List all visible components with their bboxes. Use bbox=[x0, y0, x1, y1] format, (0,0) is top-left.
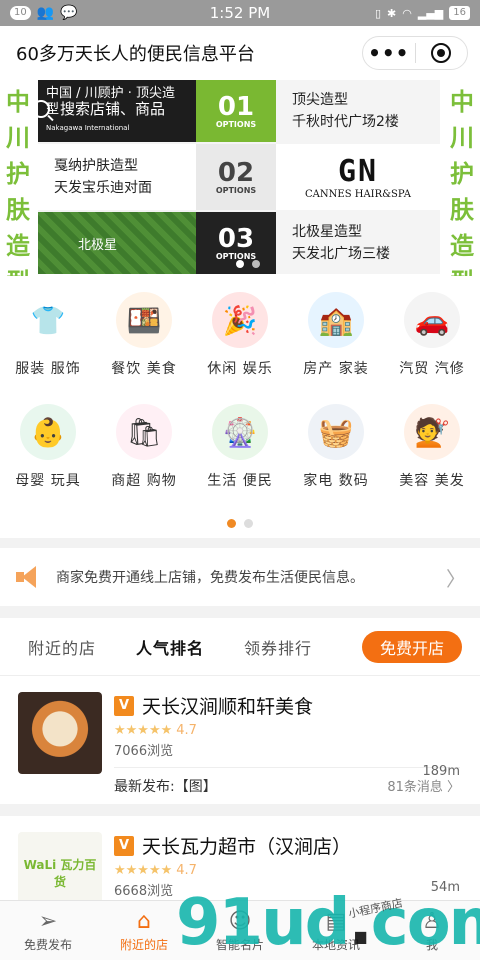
appliance-icon: 🧺 bbox=[308, 404, 364, 460]
banner-side-text-left: 中 川 护 肤 造 型 bbox=[6, 87, 30, 296]
category-label: 餐饮 美食 bbox=[111, 361, 177, 377]
rating-score: 4.7 bbox=[176, 723, 197, 738]
banner-carousel[interactable]: 中 川 护 肤 造 型 中 川 护 肤 造 型 中国 / 川顾护 · 顶尖造型 … bbox=[0, 80, 480, 296]
close-miniprogram-button[interactable] bbox=[416, 43, 468, 63]
verified-badge: V bbox=[114, 695, 134, 716]
category-item[interactable]: 🎉 休闲 娱乐 bbox=[192, 288, 288, 400]
notice-text: 商家免费开通线上店铺，免费发布生活便民信息。 bbox=[56, 570, 364, 586]
tabbar-publish[interactable]: ➢ 免费发布 bbox=[0, 901, 96, 960]
tshirt-icon: 👕 bbox=[20, 292, 76, 348]
watermark-logo: 91ud.com bbox=[176, 886, 480, 960]
cannes-logo: GN CANNES HAIR&SPA bbox=[276, 144, 440, 210]
shop-name: 天长瓦力超市（汉涧店） bbox=[142, 836, 352, 858]
category-label: 房产 家装 bbox=[303, 361, 369, 377]
verified-badge: V bbox=[114, 835, 134, 856]
speaker-icon bbox=[16, 566, 42, 588]
shopping-icon: 🛍 bbox=[116, 404, 172, 460]
battery-indicator: 16 bbox=[449, 6, 470, 20]
category-item[interactable]: 🧺 家电 数码 bbox=[288, 400, 384, 512]
miniprogram-capsule: ••• bbox=[362, 36, 468, 70]
category-label: 汽贸 汽修 bbox=[399, 361, 465, 377]
merchant-notice-bar[interactable]: 商家免费开通线上店铺，免费发布生活便民信息。 〉 bbox=[0, 548, 480, 606]
life-icon: 🎡 bbox=[212, 404, 268, 460]
target-icon bbox=[431, 43, 452, 63]
category-item[interactable]: 💇 美容 美发 bbox=[384, 400, 480, 512]
clock: 1:52 PM bbox=[209, 4, 271, 22]
category-dot[interactable] bbox=[244, 519, 253, 528]
rating-stars: ★★★★★ 4.7 bbox=[114, 723, 197, 738]
vibrate-icon: ▯ bbox=[374, 6, 382, 20]
search-placeholder: 搜索店铺、商品 bbox=[60, 100, 166, 118]
category-item[interactable]: 👶 母婴 玩具 bbox=[0, 400, 96, 512]
category-item[interactable]: 🏫 房产 家装 bbox=[288, 288, 384, 400]
category-item[interactable]: 🛍 商超 购物 bbox=[96, 400, 192, 512]
store-icon: ⌂ bbox=[137, 909, 151, 934]
search-icon bbox=[32, 99, 50, 118]
category-item[interactable]: 🎡 生活 便民 bbox=[192, 400, 288, 512]
house-icon: 🏫 bbox=[308, 292, 364, 348]
wifi-icon: ◠ bbox=[402, 6, 412, 20]
car-icon: 🚗 bbox=[404, 292, 460, 348]
contacts-icon: 👥 bbox=[36, 5, 55, 21]
category-label: 家电 数码 bbox=[303, 473, 369, 489]
rating-score: 4.7 bbox=[176, 863, 197, 878]
list-item[interactable]: V 天长汉涧顺和轩美食 ★★★★★ 4.7 7066浏览 189m 最新发布:【… bbox=[0, 676, 480, 804]
banner-dot[interactable] bbox=[252, 260, 260, 268]
banner-dot-active[interactable] bbox=[236, 260, 244, 268]
status-bar: 10 👥 💬 1:52 PM ▯ ✱ ◠ ▂▄▆ 16 bbox=[0, 0, 480, 26]
tab-popular[interactable]: 人气排名 bbox=[136, 635, 204, 659]
party-icon: 🎉 bbox=[212, 292, 268, 348]
open-store-button[interactable]: 免费开店 bbox=[361, 630, 462, 663]
banner-image: 中国 / 川顾护 · 顶尖造型 Nakagawa International 0… bbox=[32, 80, 440, 274]
beauty-icon: 💇 bbox=[404, 404, 460, 460]
view-count: 7066浏览 bbox=[114, 744, 174, 759]
rating-stars: ★★★★★ 4.7 bbox=[114, 863, 197, 878]
message-count: 81条消息 〉 bbox=[387, 780, 460, 795]
app-header: 60多万天长人的便民信息平台 ••• bbox=[0, 26, 480, 80]
category-label: 服装 服饰 bbox=[15, 361, 81, 377]
shop-thumbnail bbox=[18, 692, 102, 774]
category-item[interactable]: 🍱 餐饮 美食 bbox=[96, 288, 192, 400]
notification-count: 10 bbox=[10, 6, 31, 20]
message-icon: 💬 bbox=[60, 5, 78, 21]
category-grid: 👕 服装 服饰 🍱 餐饮 美食 🎉 休闲 娱乐 🏫 房产 家装 🚗 汽贸 汽修 👶 母婴 玩具 🛍 商超 … bbox=[0, 288, 480, 512]
search-bar[interactable]: 搜索店铺、商品 bbox=[32, 98, 165, 119]
latest-post[interactable]: 最新发布:【图】 81条消息 〉 bbox=[114, 767, 460, 796]
option-number-2: 02 OPTIONS bbox=[196, 144, 276, 210]
signal-icon: ▂▄▆ bbox=[417, 6, 444, 20]
category-dot-active[interactable] bbox=[227, 519, 236, 528]
baby-icon: 👶 bbox=[20, 404, 76, 460]
banner-logo-3: 北极星 bbox=[38, 212, 196, 274]
shop-filter-tabs: 附近的店 人气排名 领券排行 免费开店 bbox=[0, 618, 480, 676]
banner-pagination bbox=[236, 260, 260, 268]
send-icon: ➢ bbox=[38, 909, 58, 934]
category-label: 美容 美发 bbox=[399, 473, 465, 489]
category-label: 商超 购物 bbox=[111, 473, 177, 489]
banner-side-text-right: 中 川 护 肤 造 型 bbox=[450, 87, 474, 296]
category-pagination bbox=[0, 519, 480, 528]
more-options-button[interactable]: ••• bbox=[363, 41, 415, 65]
tab-nearby[interactable]: 附近的店 bbox=[28, 635, 96, 659]
page-title: 60多万天长人的便民信息平台 bbox=[16, 44, 255, 65]
category-item[interactable]: 👕 服装 服饰 bbox=[0, 288, 96, 400]
category-label: 生活 便民 bbox=[207, 473, 273, 489]
shop-name: 天长汉涧顺和轩美食 bbox=[142, 696, 314, 718]
category-label: 母婴 玩具 bbox=[15, 473, 81, 489]
chevron-right-icon: 〉 bbox=[446, 566, 466, 591]
option-number-1: 01 OPTIONS bbox=[196, 80, 276, 142]
distance: 189m bbox=[422, 764, 460, 779]
category-label: 休闲 娱乐 bbox=[207, 361, 273, 377]
food-icon: 🍱 bbox=[116, 292, 172, 348]
category-grid-section: 👕 服装 服饰 🍱 餐饮 美食 🎉 休闲 娱乐 🏫 房产 家装 🚗 汽贸 汽修 👶 母婴 玩具 🛍 商超 … bbox=[0, 276, 480, 538]
category-item[interactable]: 🚗 汽贸 汽修 bbox=[384, 288, 480, 400]
app-screen: 10 👥 💬 1:52 PM ▯ ✱ ◠ ▂▄▆ 16 60多万天长人的便民信息… bbox=[0, 0, 480, 960]
tab-coupons[interactable]: 领券排行 bbox=[244, 635, 312, 659]
bluetooth-icon: ✱ bbox=[387, 6, 397, 20]
